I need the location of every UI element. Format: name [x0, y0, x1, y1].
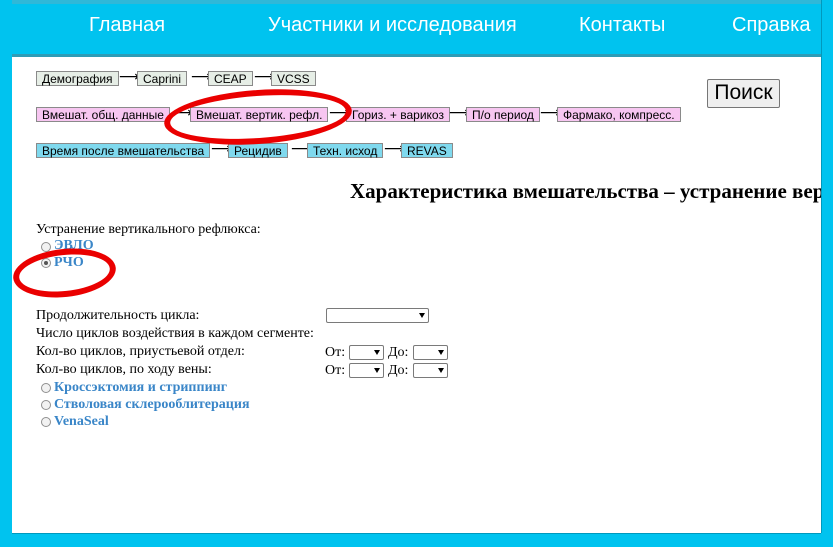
crumb-technical-outcome[interactable]: Техн. исход [307, 143, 384, 158]
cycle-duration-label: Продолжительность цикла: [36, 308, 200, 323]
chevron-down-icon [419, 313, 425, 318]
crossectomy-option-label[interactable]: Кроссэктомия и стриппинг [54, 380, 227, 396]
cycles-along-to-label: До: [388, 363, 409, 378]
page-title: Характеристика вмешательства – устранени… [350, 179, 821, 203]
crumb-revas[interactable]: REVAS [401, 143, 453, 158]
cycles-along-to-select[interactable] [413, 363, 448, 378]
cycles-along-label: Кол-во циклов, по ходу вены: [36, 362, 212, 377]
crumb-recurrence[interactable]: Рецидив [228, 143, 288, 158]
rfa-option-label[interactable]: РЧО [54, 255, 84, 271]
reflux-label: Устранение вертикального рефлюкса: [36, 222, 261, 237]
chevron-down-icon [438, 350, 444, 355]
top-navbar: Главная Участники и исследования Контакт… [12, 4, 821, 57]
evlo-option-label[interactable]: ЭВЛО [54, 238, 94, 254]
cycles-per-segment-label: Число циклов воздействия в каждом сегмен… [36, 326, 314, 341]
crumb-ceap[interactable]: CEAP [208, 71, 253, 86]
window-frame-bottom [0, 533, 833, 547]
rfa-radio[interactable] [41, 258, 51, 268]
cycles-along-from-label: От: [325, 363, 346, 378]
crumb-caprini[interactable]: Caprini [137, 71, 188, 86]
sclero-option-label[interactable]: Стволовая склерооблитерация [54, 397, 250, 413]
crumb-intervention-general[interactable]: Вмешат. общ. данные [36, 107, 170, 122]
venaseal-radio[interactable] [41, 417, 51, 427]
crumb-intervention-vertical-reflux[interactable]: Вмешат. вертик. рефл. [190, 107, 329, 122]
cycles-along-from-select[interactable] [349, 363, 384, 378]
cycles-ostial-to-select[interactable] [413, 345, 448, 360]
window-frame-left [0, 0, 12, 547]
evlo-radio[interactable] [41, 242, 51, 252]
cycles-ostial-from-label: От: [325, 345, 346, 360]
cycles-ostial-to-label: До: [388, 345, 409, 360]
chevron-down-icon [374, 368, 380, 373]
main-content: Демография ⟶ Caprini ⟶ CEAP ⟶ VCSS Вмеша… [12, 57, 821, 533]
chevron-down-icon [438, 368, 444, 373]
cycles-ostial-label: Кол-во циклов, приустьевой отдел: [36, 344, 245, 359]
sclero-radio[interactable] [41, 400, 51, 410]
crumb-horizontal-varicose[interactable]: Гориз. + варикоз [346, 107, 450, 122]
search-button[interactable]: Поиск [707, 79, 780, 108]
crumb-vcss[interactable]: VCSS [271, 71, 316, 86]
window-frame-right [821, 0, 833, 547]
crumb-demography[interactable]: Демография [36, 71, 119, 86]
cycles-ostial-from-select[interactable] [349, 345, 384, 360]
crossectomy-radio[interactable] [41, 383, 51, 393]
chevron-down-icon [374, 350, 380, 355]
cycle-duration-select[interactable] [326, 308, 429, 323]
nav-contacts[interactable]: Контакты [579, 14, 665, 37]
nav-members-studies[interactable]: Участники и исследования [268, 14, 517, 37]
crumb-pharma-compression[interactable]: Фармако, компресс. [557, 107, 681, 122]
crumb-time-after-intervention[interactable]: Время после вмешательства [36, 143, 211, 158]
venaseal-option-label[interactable]: VenaSeal [54, 414, 109, 430]
nav-home[interactable]: Главная [89, 14, 165, 37]
crumb-postop-period[interactable]: П/о период [466, 107, 540, 122]
nav-help[interactable]: Справка [732, 14, 810, 37]
